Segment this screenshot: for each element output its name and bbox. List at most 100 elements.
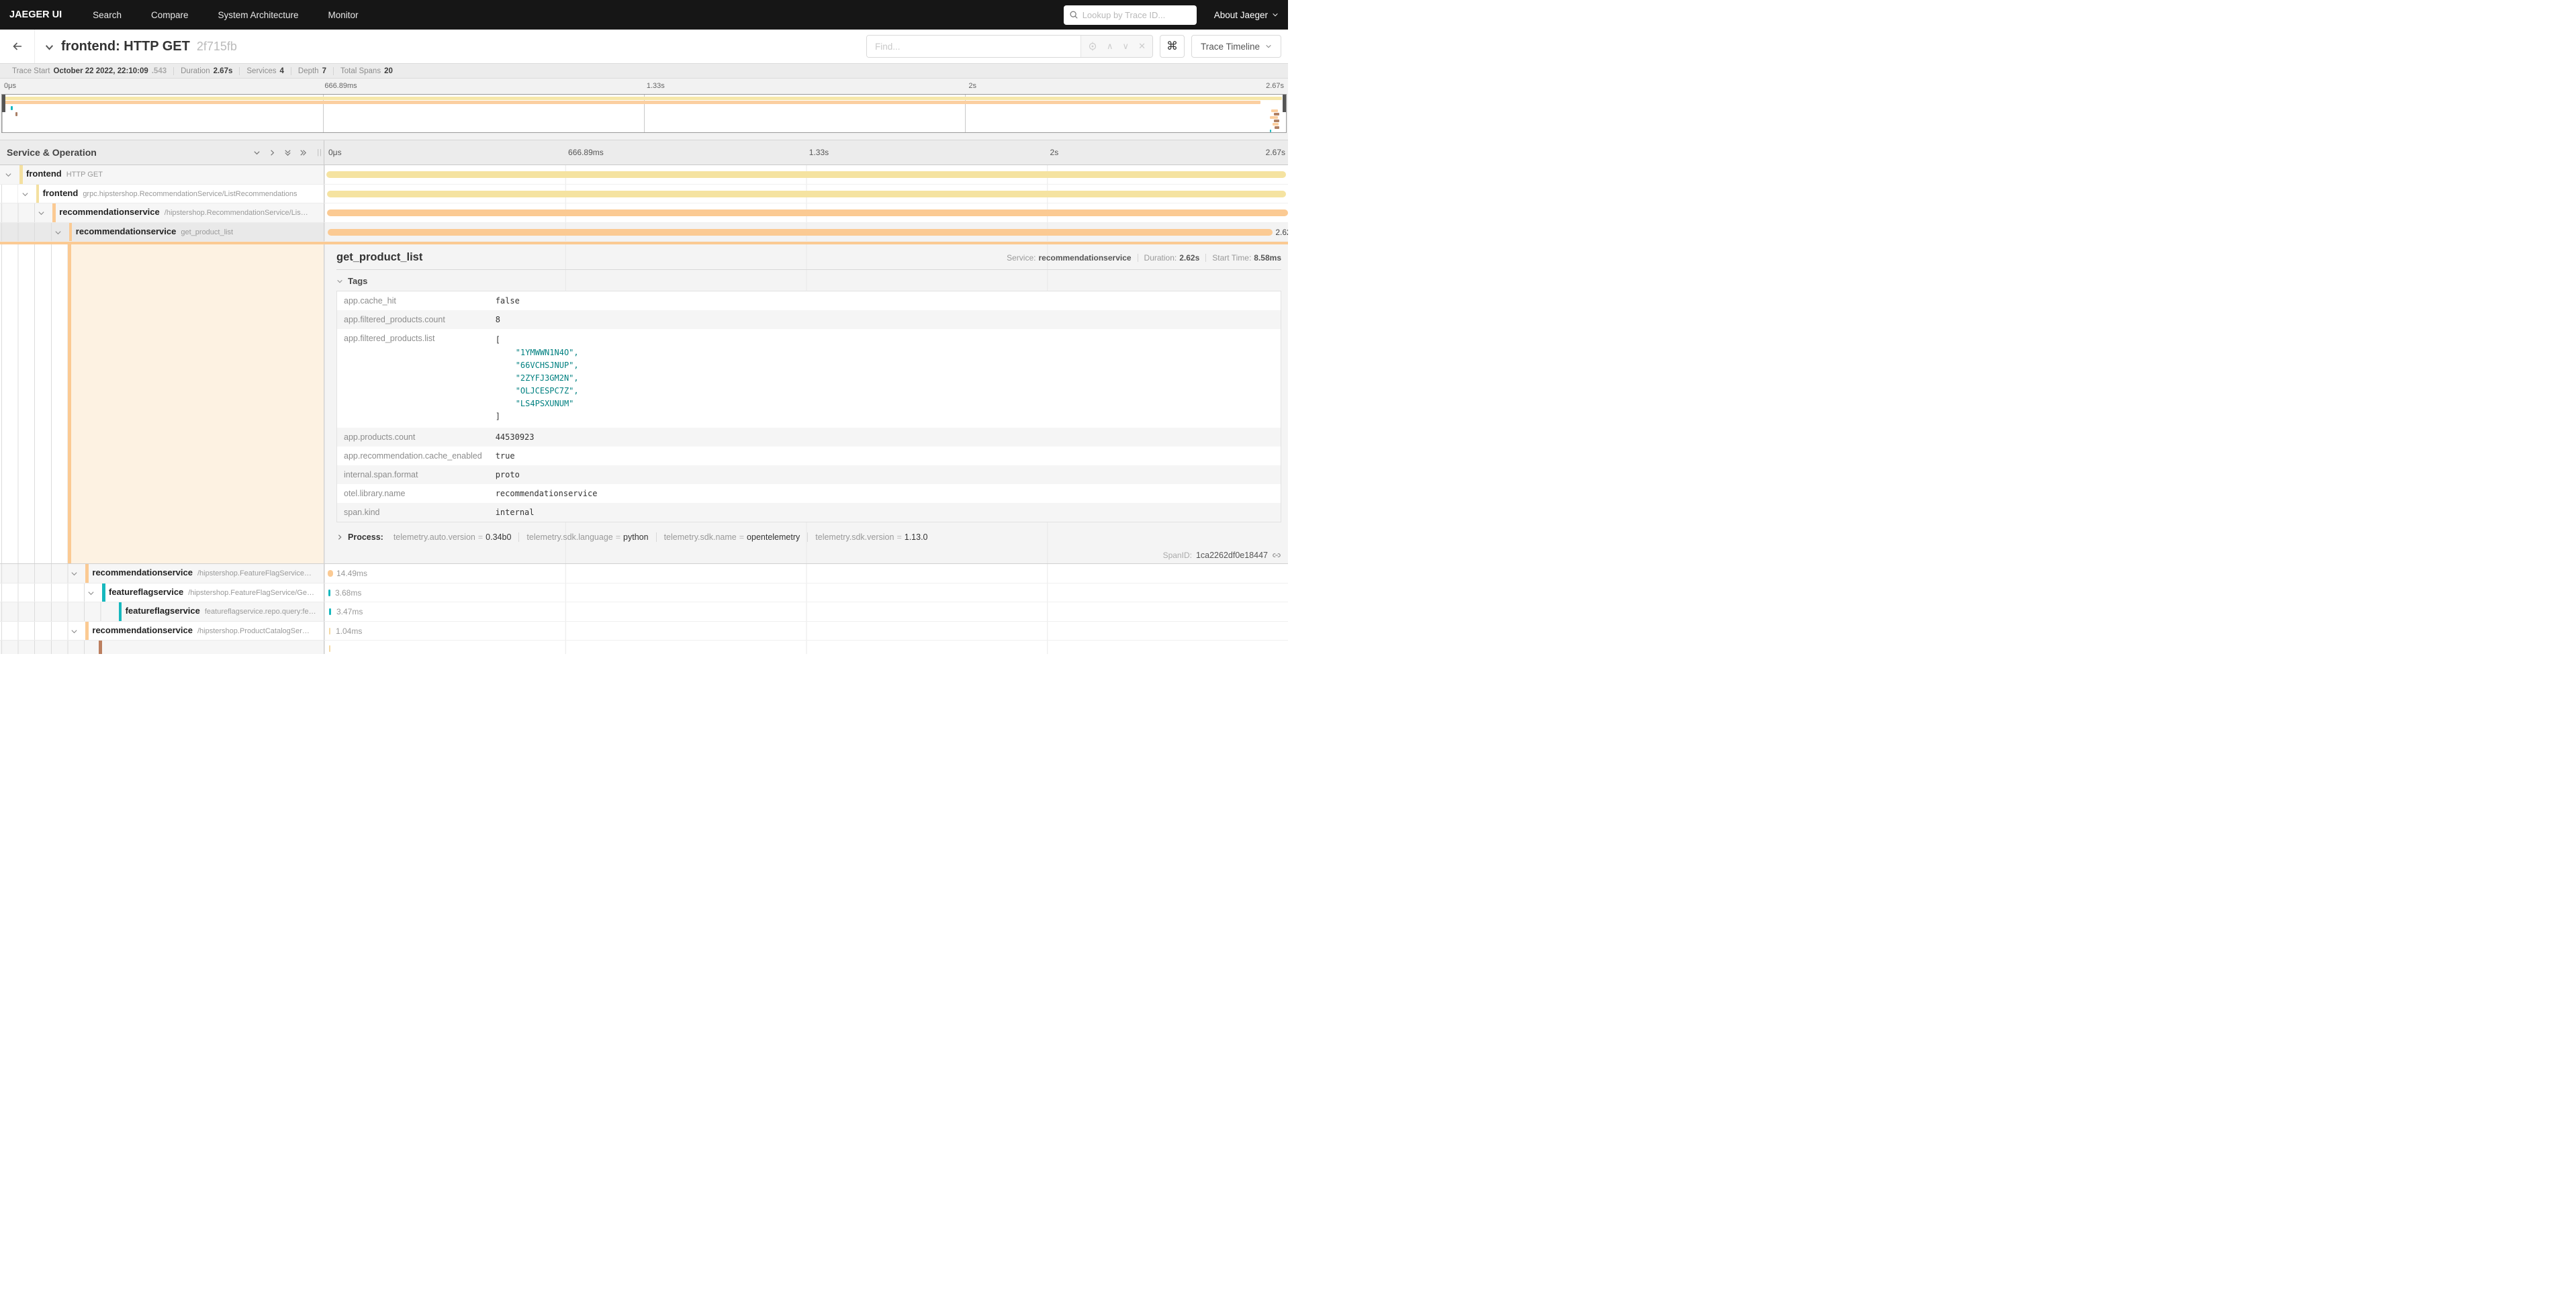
span-operation: HTTP GET [66,171,103,179]
keyboard-shortcuts-button[interactable]: ⌘ [1160,35,1185,58]
tag-row[interactable]: app.filtered_products.list [ "1YMWWN1N4O… [337,329,1281,428]
span-bar[interactable] [328,590,330,596]
span-service: recommendationservice [92,625,193,635]
collapse-trace-chevron-icon[interactable] [44,42,54,52]
nav-item-compare[interactable]: Compare [151,10,189,20]
span-service: frontend [26,169,62,179]
span-service: recommendationservice [59,207,160,217]
chevron-down-icon[interactable] [38,209,45,217]
span-bar-cell[interactable]: 2.62s [324,223,1288,242]
service-color-bar [85,622,89,641]
span-bar[interactable] [328,570,333,577]
span-bar[interactable] [329,608,331,615]
tag-row[interactable]: internal.span.format proto [337,465,1281,484]
trace-id-lookup[interactable] [1064,5,1197,25]
tag-row[interactable]: span.kind internal [337,503,1281,522]
nav-item-system-architecture[interactable]: System Architecture [218,10,298,20]
chevron-down-icon[interactable] [5,171,12,179]
minimap-span [4,101,1260,104]
collapse-one-button[interactable] [252,148,261,157]
minimap-right-handle[interactable] [1283,95,1286,112]
chevron-down-icon[interactable] [71,628,78,635]
find-prev-button[interactable]: ∧ [1107,41,1113,52]
chevron-down-icon[interactable] [54,229,62,236]
minimap-span [1271,109,1278,112]
span-bar-cell[interactable]: 3.68ms [324,583,1288,603]
chevron-down-icon[interactable] [87,590,95,597]
tag-row[interactable]: app.recommendation.cache_enabled true [337,447,1281,465]
minimap-canvas[interactable] [1,94,1287,133]
minimap-span [11,106,13,110]
minimap-left-handle[interactable] [2,95,5,112]
span-service: featureflagservice [126,606,200,616]
span-bar-cell[interactable]: 1.04ms [324,622,1288,641]
process-accordion[interactable]: Process: telemetry.auto.version=0.34b0 t… [336,532,1281,542]
span-bar-cell[interactable] [324,165,1288,185]
nav-item-monitor[interactable]: Monitor [328,10,359,20]
expand-one-button[interactable] [268,148,277,157]
service-color-bar [102,583,105,602]
expand-all-button[interactable] [299,148,308,157]
chevron-down-icon[interactable] [21,191,29,198]
find-input[interactable] [867,36,1080,57]
trace-id-lookup-input[interactable] [1083,10,1190,20]
about-jaeger-menu[interactable]: About Jaeger [1214,10,1279,20]
span-bar-cell[interactable] [324,185,1288,204]
trace-stats-bar: Trace StartOctober 22 2022, 22:10:09.543… [0,63,1288,79]
span-row-frontend-grpc[interactable]: frontend grpc.hipstershop.RecommendationS… [0,185,1288,204]
search-icon [1069,10,1078,19]
stat-trace-start: Trace StartOctober 22 2022, 22:10:09.543 [5,67,174,75]
service-color-bar [85,564,89,583]
span-duration: 3.68ms [335,588,361,598]
trace-header-bar: frontend: HTTP GET 2f715fb ∧ ∨ ✕ ⌘ Trace… [0,30,1288,63]
match-locate-button[interactable] [1088,42,1097,51]
span-row-recommendation-list[interactable]: recommendationservice/hipstershop.Recomm… [0,203,1288,223]
span-bar[interactable] [327,191,1287,197]
find-next-button[interactable]: ∨ [1123,41,1130,52]
stat-total-spans: Total Spans20 [334,67,400,75]
tag-row[interactable]: app.filtered_products.count 8 [337,310,1281,329]
span-row-featureflag-repo-query[interactable]: featureflagservicefeatureflagservice.rep… [0,602,1288,622]
span-row-featureflag-getflag[interactable]: featureflagservice/hipstershop.FeatureFl… [0,583,1288,603]
process-tag: telemetry.sdk.version=1.13.0 [808,532,935,542]
span-row-partial[interactable] [0,641,1288,654]
span-bar[interactable] [329,628,330,635]
span-row-recommendation-featureflag[interactable]: recommendationservice/hipstershop.Featur… [0,564,1288,583]
timeline-minimap: 0μs 666.89ms 1.33s 2s 2.67s [0,79,1288,133]
span-bar-cell[interactable]: 3.47ms [324,602,1288,622]
span-bar-cell[interactable] [324,641,1288,654]
link-icon[interactable] [1272,551,1281,560]
tag-row[interactable]: otel.library.name recommendationservice [337,484,1281,503]
tag-row[interactable]: app.products.count 44530923 [337,428,1281,447]
find-clear-button[interactable]: ✕ [1138,41,1146,52]
chevron-down-icon[interactable] [71,570,78,577]
span-row-recommendation-productcatalog[interactable]: recommendationservice/hipstershop.Produc… [0,622,1288,641]
tags-accordion-toggle[interactable]: Tags [336,276,1281,286]
chevron-right-icon [336,534,343,541]
chevron-down-icon [1265,43,1272,50]
column-resize-handle[interactable]: || [317,148,322,156]
jaeger-logo[interactable]: JAEGER UI [9,9,62,20]
chevron-down-icon [1272,11,1279,18]
minimap-span [1273,123,1279,126]
span-row-frontend-http-get[interactable]: frontend HTTP GET [0,165,1288,185]
collapse-all-button[interactable] [283,148,292,157]
span-detail-indent [0,244,324,563]
back-button[interactable] [0,30,35,63]
span-row-get-product-list-selected[interactable]: recommendationserviceget_product_list 2.… [0,223,1288,242]
span-operation: grpc.hipstershop.RecommendationService/L… [83,190,297,198]
trace-title: frontend: HTTP GET [61,39,190,54]
nav-item-search[interactable]: Search [93,10,122,20]
span-bar[interactable] [328,229,1273,236]
span-bar[interactable] [326,171,1286,178]
trace-view-selector[interactable]: Trace Timeline [1191,35,1281,58]
span-bar[interactable] [327,209,1288,216]
service-color-bar [119,602,122,621]
span-service: frontend [43,188,79,198]
tag-row[interactable]: app.cache_hit false [337,291,1281,311]
minimap-ticks: 0μs 666.89ms 1.33s 2s 2.67s [0,79,1288,94]
span-operation: /hipstershop.RecommendationService/Lis… [165,209,308,217]
span-bar-cell[interactable] [324,203,1288,223]
span-bar-cell[interactable]: 14.49ms [324,564,1288,583]
span-bar[interactable] [329,645,330,652]
